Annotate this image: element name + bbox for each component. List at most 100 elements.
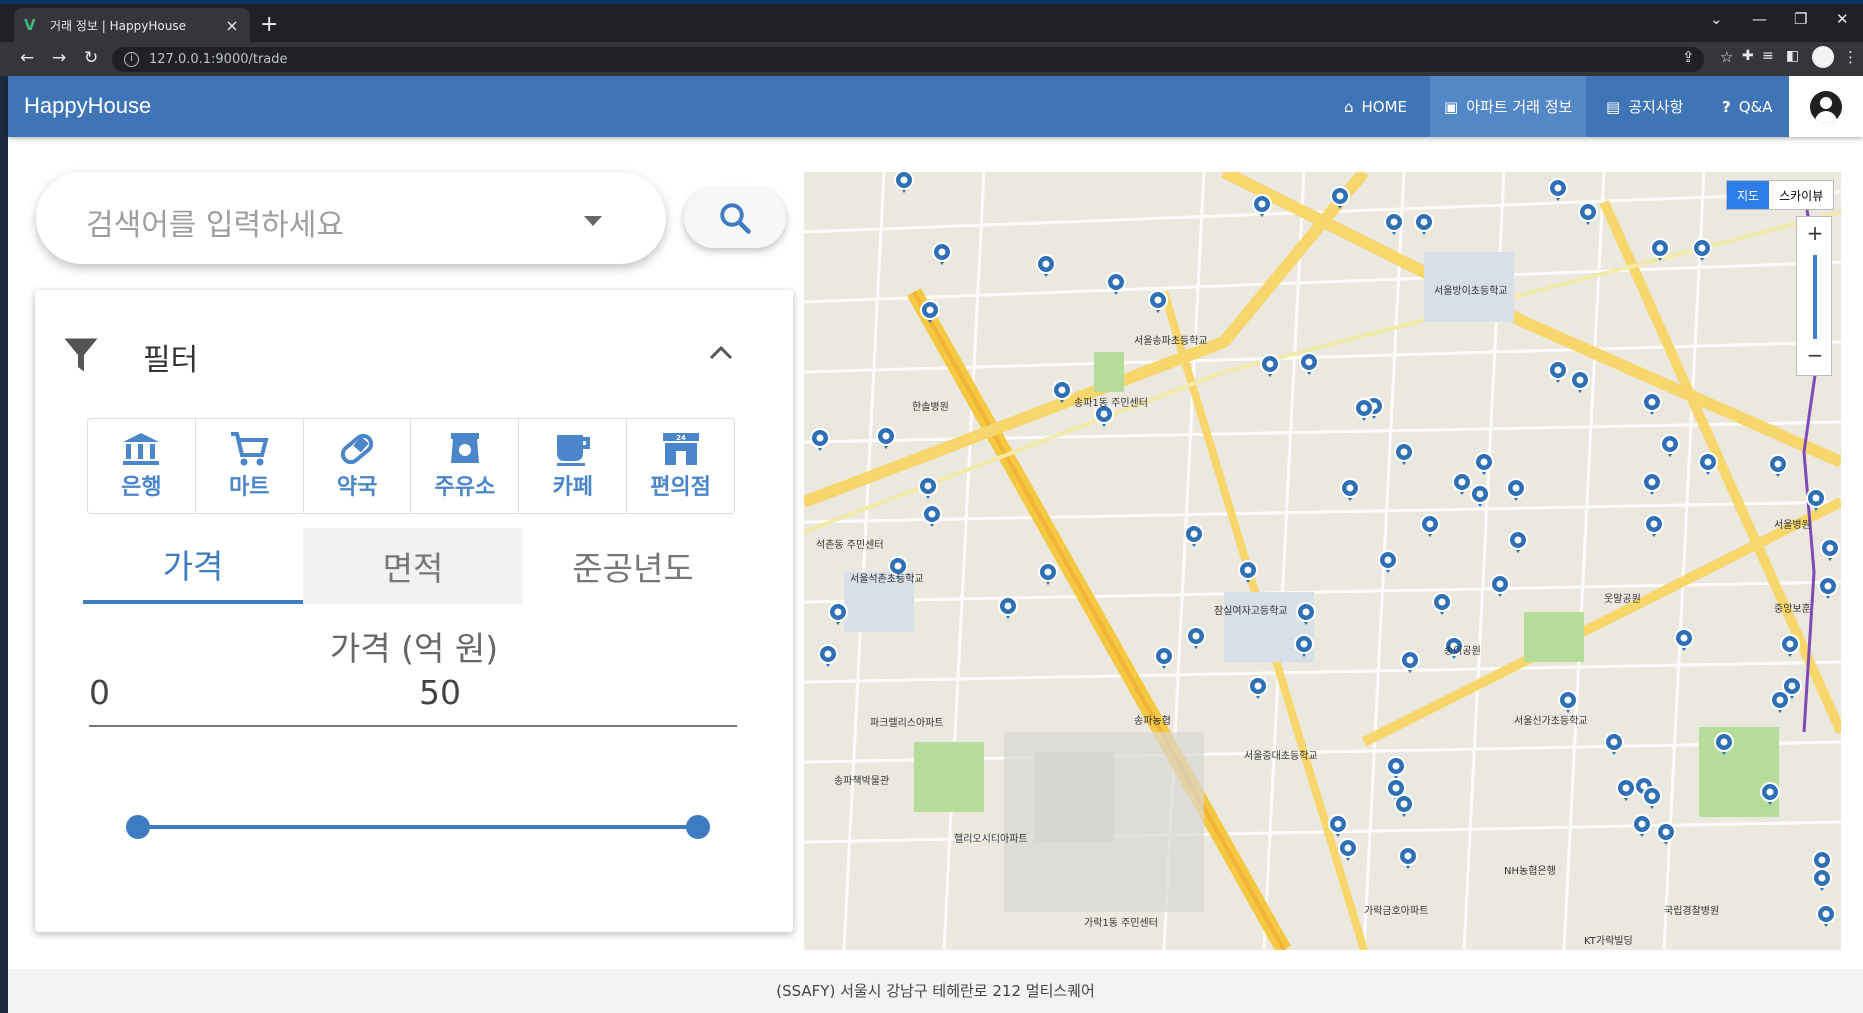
price-max-value[interactable]: 50 (419, 673, 461, 712)
search-combobox[interactable]: 검색어를 입력하세요 (36, 172, 666, 264)
tab-area[interactable]: 면적 (303, 528, 523, 604)
map-label: 국립경찰병원 (1664, 906, 1720, 917)
tab-title: 거래 정보 | HappyHouse (50, 18, 186, 33)
svg-text:24: 24 (676, 434, 686, 442)
map-type-toggle: 지도 스카이뷰 (1726, 180, 1835, 210)
category-convenience-store[interactable]: 24 편의점 (627, 419, 734, 513)
tab-close-icon[interactable]: × (224, 16, 240, 35)
tab-build-year[interactable]: 준공년도 (523, 528, 743, 604)
side-panel-icon[interactable]: ◧ (1786, 48, 1799, 64)
site-info-icon[interactable]: i (124, 52, 139, 67)
category-cafe-label: 카페 (552, 475, 593, 500)
home-icon: ⌂ (1344, 97, 1354, 116)
nav-qna[interactable]: ? Q&A (1708, 76, 1786, 137)
coffee-icon (556, 435, 590, 466)
filter-panel: 필터 은행 마트 약국 주유소 카페 24 편의점 가격 면적 준공년도 가격 … (35, 290, 793, 932)
url-field[interactable]: i 127.0.0.1:9000/trade (112, 47, 1704, 72)
bookmark-star-icon[interactable]: ☆ (1720, 48, 1733, 66)
price-slider-max-thumb[interactable] (686, 815, 710, 839)
user-account-button[interactable] (1789, 76, 1863, 137)
map-label: 웃말공원 (1604, 594, 1641, 605)
price-slider-min-thumb[interactable] (126, 815, 150, 839)
apartment-icon: ▣ (1444, 97, 1459, 116)
restore-icon[interactable]: ❐ (1794, 10, 1807, 28)
map-zoom-control: + − (1796, 216, 1832, 376)
map-label: 송파농협 (1134, 716, 1171, 727)
nav-notice[interactable]: ▤ 공지사항 (1592, 76, 1697, 137)
map-label: 서울석촌초등학교 (850, 574, 924, 585)
forward-icon[interactable]: → (52, 48, 66, 68)
zoom-slider[interactable] (1813, 255, 1817, 339)
category-cafe[interactable]: 카페 (519, 419, 628, 513)
footer: (SSAFY) 서울시 강남구 테헤란로 212 멀티스퀘어 (8, 969, 1863, 1013)
map-label: 파크렐리스아파트 (870, 718, 944, 729)
nav-apartment-label: 아파트 거래 정보 (1466, 98, 1573, 116)
zoom-in-button[interactable]: + (1797, 221, 1833, 245)
filter-title: 필터 (143, 343, 199, 378)
app-root: HappyHouse ⌂ HOME ▣ 아파트 거래 정보 ▤ 공지사항 ? Q… (8, 76, 1863, 1013)
map-label: 한솔병원 (912, 402, 949, 413)
extensions-icon[interactable]: ✚ (1742, 48, 1754, 64)
chevron-up-icon[interactable] (708, 342, 734, 362)
category-mart[interactable]: 마트 (196, 419, 304, 513)
search-icon (720, 203, 751, 234)
url-text: 127.0.0.1:9000/trade (149, 52, 288, 67)
map-type-skyview[interactable]: 스카이뷰 (1769, 181, 1833, 209)
convenience-store-icon: 24 (662, 433, 699, 465)
map-label: 서울신가초등학교 (1514, 716, 1588, 727)
close-window-icon[interactable]: ✕ (1836, 10, 1849, 28)
nav-qna-label: Q&A (1738, 97, 1773, 116)
browser-tab[interactable]: V 거래 정보 | HappyHouse × (14, 8, 250, 42)
nav-notice-label: 공지사항 (1628, 98, 1684, 116)
map-label: 헬리오시티아파트 (954, 834, 1028, 845)
filter-funnel-icon (64, 338, 98, 372)
price-min-value[interactable]: 0 (89, 673, 110, 712)
category-bank-label: 은행 (121, 475, 162, 500)
map-view[interactable]: 지도 스카이뷰 + − 석촌동 주민센터 송파1동 주민센터 서울석촌초등학교 … (804, 172, 1841, 950)
minimize-icon[interactable]: — (1752, 10, 1767, 28)
map-label: 서울송파초등학교 (1134, 336, 1208, 347)
share-icon[interactable]: ⇪ (1682, 48, 1695, 66)
pill-icon (340, 433, 374, 465)
map-label: 석촌동 주민센터 (816, 540, 884, 551)
reading-list-icon[interactable]: ≡ (1762, 48, 1774, 64)
map-label: 중앙보훈 (1774, 604, 1811, 615)
map-label: 서울중대초등학교 (1244, 751, 1318, 762)
account-circle-icon (1810, 90, 1842, 123)
map-label: NH농협은행 (1504, 866, 1556, 877)
range-divider (89, 725, 737, 727)
profile-avatar[interactable] (1812, 46, 1834, 68)
category-toggle-group: 은행 마트 약국 주유소 카페 24 편의점 (87, 418, 735, 514)
category-bank[interactable]: 은행 (88, 419, 196, 513)
tab-price[interactable]: 가격 (83, 528, 303, 604)
new-tab-button[interactable]: + (260, 12, 278, 38)
reload-icon[interactable]: ↻ (84, 48, 98, 68)
more-menu-icon[interactable]: ⋮ (1843, 48, 1858, 66)
map-label: 가락1동 주민센터 (1084, 918, 1158, 929)
notice-icon: ▤ (1606, 97, 1621, 116)
nav-apartment-trade[interactable]: ▣ 아파트 거래 정보 (1430, 76, 1587, 137)
nav-home[interactable]: ⌂ HOME (1330, 76, 1421, 137)
bank-icon (123, 433, 160, 465)
category-gas-station[interactable]: 주유소 (411, 419, 520, 513)
map-label: 서울방이초등학교 (1434, 286, 1508, 297)
tab-search-icon[interactable]: ⌄ (1710, 10, 1723, 28)
vue-favicon-icon: V (24, 16, 36, 34)
brand-logo[interactable]: HappyHouse (24, 93, 151, 119)
question-icon: ? (1722, 97, 1731, 116)
map-label: 송파1동 주민센터 (1074, 398, 1148, 409)
zoom-out-button[interactable]: − (1797, 343, 1833, 367)
browser-tab-bar: V 거래 정보 | HappyHouse × + ⌄ — ❐ ✕ (0, 0, 1863, 42)
price-slider-track[interactable] (138, 825, 698, 829)
map-type-map[interactable]: 지도 (1727, 181, 1770, 209)
map-label: 서울병원 (1774, 520, 1811, 531)
dropdown-arrow-icon[interactable] (584, 216, 602, 226)
category-pharmacy[interactable]: 약국 (304, 419, 412, 513)
map-label: 가락금호아파트 (1364, 906, 1429, 917)
app-header: HappyHouse ⌂ HOME ▣ 아파트 거래 정보 ▤ 공지사항 ? Q… (8, 76, 1863, 137)
search-input[interactable]: 검색어를 입력하세요 (86, 200, 344, 244)
map-label: 송이공원 (1444, 646, 1481, 657)
back-icon[interactable]: ← (20, 48, 34, 68)
search-button[interactable] (684, 188, 786, 248)
cart-icon (231, 432, 269, 466)
